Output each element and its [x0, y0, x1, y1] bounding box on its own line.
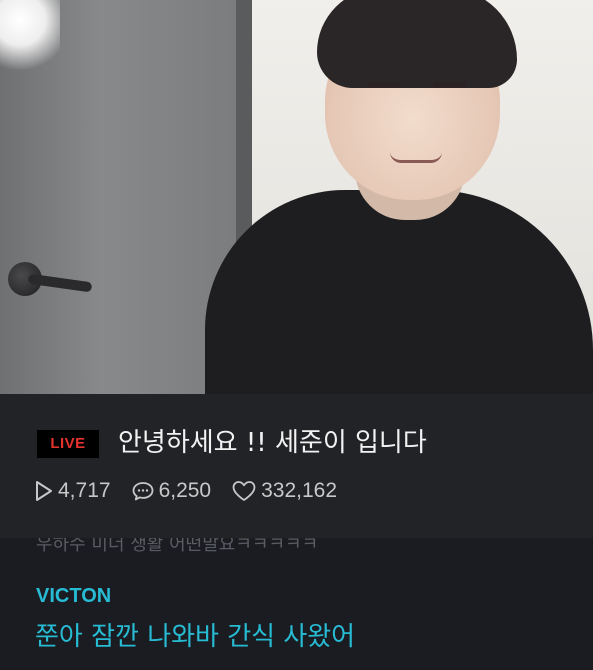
comment-count-value: 6,250 [158, 479, 212, 502]
view-count: 4,717 [34, 479, 111, 503]
streamer-shirt [205, 190, 593, 394]
broadcast-title: 안녕하세요 !! 세준이 입니다 [118, 428, 427, 458]
live-video[interactable] [0, 0, 593, 394]
streamer-eye-left [367, 82, 401, 88]
like-count: 332,162 [231, 479, 337, 503]
live-badge: LIVE [37, 430, 99, 458]
view-count-value: 4,717 [58, 479, 111, 502]
ceiling-light [0, 0, 60, 80]
like-count-value: 332,162 [261, 479, 338, 502]
comment-count: 6,250 [131, 479, 212, 503]
streamer [205, 0, 593, 394]
chat-message: 쭌아 잠깐 나와바 간식 사왔어 [35, 622, 356, 652]
comment-icon [132, 482, 153, 501]
streamer-hair [317, 0, 517, 88]
play-icon [36, 481, 52, 501]
streamer-smile [390, 152, 442, 163]
heart-icon [232, 481, 256, 501]
broadcast-stats: 4,717 6,250 332,162 [34, 478, 357, 504]
broadcast-info-card [0, 394, 593, 538]
streamer-eye-right [433, 82, 467, 88]
chat-author[interactable]: VICTON [36, 585, 111, 608]
